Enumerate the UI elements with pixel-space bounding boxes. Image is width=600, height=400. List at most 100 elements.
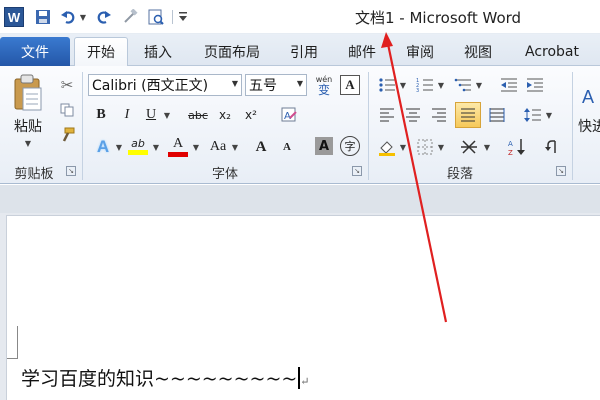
grow-font-button[interactable]: A bbox=[250, 136, 272, 158]
document-page[interactable]: 学习百度的知识~~~~~~~~~ ↵ bbox=[6, 215, 600, 400]
shading-icon[interactable] bbox=[376, 136, 398, 158]
enclose-characters-button[interactable]: 字 bbox=[340, 136, 360, 156]
separator bbox=[172, 10, 173, 24]
document-line: 学习百度的知识~~~~~~~~~ bbox=[21, 368, 298, 390]
multilevel-dropdown-icon[interactable]: ▼ bbox=[474, 80, 484, 90]
underline-button[interactable]: U bbox=[140, 104, 162, 126]
bullets-dropdown-icon[interactable]: ▼ bbox=[398, 80, 408, 90]
highlight-color-swatch bbox=[128, 150, 148, 155]
align-left-icon[interactable] bbox=[376, 104, 398, 126]
font-size-value: 五号 bbox=[249, 78, 277, 94]
text-effects-dropdown-icon[interactable]: ▼ bbox=[114, 142, 124, 152]
decrease-indent-icon[interactable] bbox=[498, 74, 520, 96]
numbering-dropdown-icon[interactable]: ▼ bbox=[436, 80, 446, 90]
distributed-icon[interactable] bbox=[486, 104, 508, 126]
tab-review[interactable]: 审阅 bbox=[396, 37, 444, 66]
word-logo-icon: W bbox=[4, 7, 24, 27]
italic-button[interactable]: I bbox=[116, 104, 138, 126]
ribbon-tabs: 文件 开始 插入 页面布局 引用 邮件 审阅 视图 Acrobat bbox=[0, 34, 600, 66]
increase-indent-icon[interactable] bbox=[524, 74, 546, 96]
tab-view[interactable]: 视图 bbox=[454, 37, 502, 66]
font-name-value: Calibri (西文正文) bbox=[92, 78, 209, 94]
change-case-dropdown-icon[interactable]: ▼ bbox=[230, 142, 240, 152]
bullets-icon[interactable] bbox=[376, 74, 398, 96]
strikethrough-button[interactable]: abc bbox=[185, 104, 211, 126]
svg-text:A: A bbox=[284, 111, 291, 122]
paragraph-launcher-icon[interactable]: ↘ bbox=[556, 166, 566, 176]
svg-text:A: A bbox=[508, 140, 513, 148]
highlight-button[interactable]: ab bbox=[126, 134, 150, 158]
format-painter-icon[interactable] bbox=[56, 124, 78, 146]
font-color-button[interactable]: A bbox=[166, 134, 190, 158]
copy-icon[interactable] bbox=[56, 99, 78, 121]
clear-formatting-icon[interactable]: A bbox=[278, 104, 300, 126]
chevron-down-icon: ▼ bbox=[296, 79, 303, 88]
tab-acrobat[interactable]: Acrobat bbox=[512, 37, 592, 66]
tab-home[interactable]: 开始 bbox=[74, 37, 128, 66]
quick-styles-label[interactable]: 快进 bbox=[578, 116, 600, 136]
svg-text:3: 3 bbox=[416, 88, 419, 93]
numbering-icon[interactable]: 123 bbox=[414, 74, 436, 96]
phonetic-char: 变 bbox=[317, 83, 330, 97]
phonetic-guide-button[interactable]: wén 变 bbox=[313, 74, 335, 96]
tab-references[interactable]: 引用 bbox=[280, 37, 328, 66]
clipboard-launcher-icon[interactable]: ↘ bbox=[66, 166, 76, 176]
text-effects-button[interactable]: A bbox=[92, 136, 114, 158]
asian-layout-dropdown-icon[interactable]: ▼ bbox=[482, 142, 492, 152]
undo-icon[interactable] bbox=[58, 7, 78, 27]
redo-icon[interactable] bbox=[94, 7, 114, 27]
font-name-combo[interactable]: Calibri (西文正文) ▼ bbox=[88, 74, 242, 96]
cut-icon[interactable]: ✂ bbox=[56, 74, 78, 96]
tab-file[interactable]: 文件 bbox=[0, 37, 70, 66]
undo-dropdown-icon[interactable]: ▼ bbox=[78, 7, 88, 27]
sort-icon[interactable]: AZ bbox=[506, 136, 528, 158]
paste-label[interactable]: 粘贴 bbox=[6, 116, 50, 136]
paste-button[interactable] bbox=[6, 72, 50, 114]
character-border-button[interactable]: A bbox=[340, 75, 360, 95]
paste-dropdown-icon[interactable]: ▼ bbox=[20, 136, 36, 150]
font-size-combo[interactable]: 五号 ▼ bbox=[245, 74, 307, 96]
group-separator bbox=[572, 72, 573, 180]
ruler bbox=[0, 185, 600, 213]
font-color-dropdown-icon[interactable]: ▼ bbox=[191, 142, 201, 152]
format-painter-icon[interactable] bbox=[120, 7, 140, 27]
margin-marker bbox=[7, 358, 18, 359]
tab-page-layout[interactable]: 页面布局 bbox=[192, 37, 272, 66]
font-color-swatch bbox=[168, 151, 188, 157]
print-preview-icon[interactable] bbox=[146, 7, 166, 27]
window-title: 文档1 - Microsoft Word bbox=[355, 9, 522, 27]
document-text[interactable]: 学习百度的知识~~~~~~~~~ ↵ bbox=[21, 364, 310, 391]
tab-insert[interactable]: 插入 bbox=[134, 37, 182, 66]
line-spacing-icon[interactable] bbox=[522, 104, 544, 126]
superscript-button[interactable]: x² bbox=[240, 104, 262, 126]
font-color-label: A bbox=[172, 135, 184, 151]
borders-icon[interactable] bbox=[414, 136, 436, 158]
highlight-dropdown-icon[interactable]: ▼ bbox=[151, 142, 161, 152]
borders-dropdown-icon[interactable]: ▼ bbox=[436, 142, 446, 152]
change-case-button[interactable]: Aa bbox=[206, 136, 230, 158]
line-spacing-dropdown-icon[interactable]: ▼ bbox=[544, 110, 554, 120]
font-group-label: 字体 bbox=[211, 167, 238, 182]
shading-dropdown-icon[interactable]: ▼ bbox=[398, 142, 408, 152]
show-marks-icon[interactable] bbox=[540, 136, 562, 158]
shrink-font-button[interactable]: A bbox=[276, 136, 298, 158]
tab-mailings[interactable]: 邮件 bbox=[338, 37, 386, 66]
justify-icon[interactable] bbox=[455, 102, 481, 128]
asian-layout-icon[interactable] bbox=[458, 136, 480, 158]
subscript-button[interactable]: x₂ bbox=[214, 104, 236, 126]
align-right-icon[interactable] bbox=[428, 104, 450, 126]
clipboard-group-label: 剪贴板 bbox=[14, 167, 54, 182]
quick-styles-icon[interactable]: A bbox=[576, 86, 600, 108]
underline-dropdown-icon[interactable]: ▼ bbox=[162, 110, 172, 120]
align-center-icon[interactable] bbox=[402, 104, 424, 126]
multilevel-list-icon[interactable] bbox=[452, 74, 474, 96]
title-bar: W ▼ 文档1 - Microsoft Word bbox=[0, 0, 600, 34]
customize-toolbar-icon[interactable] bbox=[177, 7, 189, 27]
save-icon[interactable] bbox=[33, 7, 53, 27]
document-area: 学习百度的知识~~~~~~~~~ ↵ bbox=[0, 185, 600, 400]
bold-button[interactable]: B bbox=[90, 104, 112, 126]
font-launcher-icon[interactable]: ↘ bbox=[352, 166, 362, 176]
svg-text:Z: Z bbox=[508, 149, 513, 156]
highlight-label: ab bbox=[131, 137, 145, 150]
character-shading-button[interactable]: A bbox=[315, 137, 333, 155]
